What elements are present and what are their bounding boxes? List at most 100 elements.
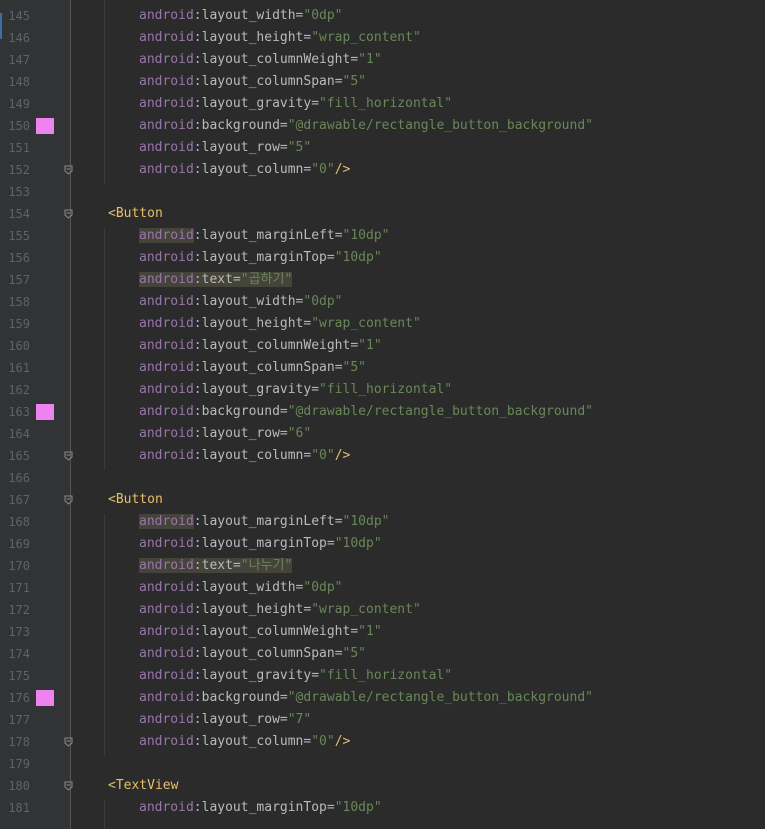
attribute-namespace: android bbox=[139, 668, 194, 683]
code-line[interactable]: 181 android:layout_marginTop="10dp" bbox=[0, 797, 765, 819]
code-line[interactable]: 176 android:background="@drawable/rectang… bbox=[0, 687, 765, 709]
line-number: 153 bbox=[8, 185, 30, 199]
code-line[interactable]: 164 android:layout_row="6" bbox=[0, 423, 765, 445]
code-line[interactable]: 180 <TextView bbox=[0, 775, 765, 797]
code-line[interactable]: 150 android:background="@drawable/rectang… bbox=[0, 115, 765, 137]
namespace-separator: : bbox=[193, 162, 202, 177]
attribute-name: layout_columnWeight bbox=[201, 52, 351, 67]
line-number: 164 bbox=[8, 427, 30, 441]
code-line[interactable]: 148 android:layout_columnSpan="5" bbox=[0, 71, 765, 93]
code-line[interactable]: 151 android:layout_row="5" bbox=[0, 137, 765, 159]
code-editor[interactable]: 145 android:layout_width="0dp" 146 android:… bbox=[0, 0, 765, 829]
attribute-value: "1" bbox=[358, 624, 382, 639]
line-number: 174 bbox=[8, 647, 30, 661]
namespace-separator: : bbox=[193, 646, 202, 661]
attribute-namespace: android bbox=[139, 228, 194, 243]
line-number: 176 bbox=[8, 691, 30, 705]
attribute-name: background bbox=[201, 690, 280, 705]
equals-sign: = bbox=[334, 360, 343, 375]
attribute-value: "0dp" bbox=[303, 580, 343, 595]
code-line[interactable]: 156 android:layout_marginTop="10dp" bbox=[0, 247, 765, 269]
attribute-namespace: android bbox=[139, 448, 194, 463]
namespace-separator: : bbox=[193, 338, 202, 353]
line-number: 170 bbox=[8, 559, 30, 573]
fold-arrow-icon[interactable] bbox=[64, 737, 73, 747]
code-line[interactable]: 165 android:layout_column="0"/> bbox=[0, 445, 765, 467]
code-line[interactable]: 178 android:layout_column="0"/> bbox=[0, 731, 765, 753]
code-line[interactable]: 158 android:layout_width="0dp" bbox=[0, 291, 765, 313]
equals-sign: = bbox=[334, 74, 343, 89]
equals-sign: = bbox=[326, 536, 335, 551]
code-line[interactable]: 146 android:layout_height="wrap_content" bbox=[0, 27, 765, 49]
attribute-namespace: android bbox=[139, 52, 194, 67]
line-number: 172 bbox=[8, 603, 30, 617]
code-line[interactable]: 154 <Button bbox=[0, 203, 765, 225]
attribute-namespace: android bbox=[139, 272, 194, 287]
attribute-namespace: android bbox=[139, 602, 194, 617]
code-line[interactable]: 160 android:layout_columnWeight="1" bbox=[0, 335, 765, 357]
code-line[interactable]: 174 android:layout_columnSpan="5" bbox=[0, 643, 765, 665]
attribute-name: layout_marginLeft bbox=[201, 228, 335, 243]
code-line[interactable]: 177 android:layout_row="7" bbox=[0, 709, 765, 731]
color-swatch-icon[interactable] bbox=[36, 118, 54, 134]
code-line[interactable]: 166 bbox=[0, 467, 765, 489]
attribute-name: text bbox=[201, 558, 233, 573]
namespace-separator: : bbox=[193, 96, 202, 111]
attribute-value: "10dp" bbox=[342, 514, 390, 529]
code-line[interactable]: 149 android:layout_gravity="fill_horizont… bbox=[0, 93, 765, 115]
namespace-separator: : bbox=[193, 294, 202, 309]
code-line[interactable]: 155 android:layout_marginLeft="10dp" bbox=[0, 225, 765, 247]
fold-arrow-icon[interactable] bbox=[64, 781, 73, 791]
fold-arrow-icon[interactable] bbox=[64, 209, 73, 219]
code-line[interactable]: 170 android:text="나누기" bbox=[0, 555, 765, 577]
line-number: 175 bbox=[8, 669, 30, 683]
namespace-separator: : bbox=[193, 272, 202, 287]
line-number: 163 bbox=[8, 405, 30, 419]
namespace-separator: : bbox=[193, 448, 202, 463]
attribute-name: layout_height bbox=[201, 602, 304, 617]
fold-arrow-icon[interactable] bbox=[64, 451, 73, 461]
attribute-value: "5" bbox=[342, 74, 366, 89]
attribute-namespace: android bbox=[139, 426, 194, 441]
namespace-separator: : bbox=[193, 52, 202, 67]
xml-attribute: android:layout_column="0"/> bbox=[139, 731, 350, 753]
code-line[interactable]: 171 android:layout_width="0dp" bbox=[0, 577, 765, 599]
fold-arrow-icon[interactable] bbox=[64, 165, 73, 175]
attribute-name: layout_height bbox=[201, 316, 304, 331]
color-swatch-icon[interactable] bbox=[36, 690, 54, 706]
attribute-namespace: android bbox=[139, 74, 194, 89]
code-line[interactable]: 172 android:layout_height="wrap_content" bbox=[0, 599, 765, 621]
code-line[interactable]: 147 android:layout_columnWeight="1" bbox=[0, 49, 765, 71]
xml-tag-open: <Button bbox=[108, 206, 163, 221]
equals-sign: = bbox=[311, 382, 320, 397]
xml-attribute: android:layout_columnWeight="1" bbox=[139, 49, 382, 71]
attribute-namespace: android bbox=[139, 382, 194, 397]
attribute-value: "5" bbox=[287, 140, 312, 155]
line-number: 181 bbox=[8, 801, 30, 815]
color-swatch-icon[interactable] bbox=[36, 404, 54, 420]
equals-sign: = bbox=[334, 646, 343, 661]
code-line[interactable]: 167 <Button bbox=[0, 489, 765, 511]
code-line[interactable]: 175 android:layout_gravity="fill_horizont… bbox=[0, 665, 765, 687]
attribute-name: background bbox=[201, 118, 280, 133]
line-number: 178 bbox=[8, 735, 30, 749]
code-line[interactable]: 179 bbox=[0, 753, 765, 775]
code-line[interactable]: 173 android:layout_columnWeight="1" bbox=[0, 621, 765, 643]
attribute-namespace: android bbox=[139, 690, 194, 705]
namespace-separator: : bbox=[193, 228, 202, 243]
code-line[interactable]: 152 android:layout_column="0"/> bbox=[0, 159, 765, 181]
code-line[interactable]: 169 android:layout_marginTop="10dp" bbox=[0, 533, 765, 555]
code-line[interactable]: 162 android:layout_gravity="fill_horizont… bbox=[0, 379, 765, 401]
code-line[interactable]: 145 android:layout_width="0dp" bbox=[0, 5, 765, 27]
attribute-namespace: android bbox=[139, 800, 194, 815]
code-line[interactable]: 159 android:layout_height="wrap_content" bbox=[0, 313, 765, 335]
fold-arrow-icon[interactable] bbox=[64, 495, 73, 505]
code-line[interactable]: 163 android:background="@drawable/rectang… bbox=[0, 401, 765, 423]
code-line[interactable]: 168 android:layout_marginLeft="10dp" bbox=[0, 511, 765, 533]
code-line[interactable]: 157 android:text="곱하기" bbox=[0, 269, 765, 291]
code-line[interactable]: 161 android:layout_columnSpan="5" bbox=[0, 357, 765, 379]
line-number: 171 bbox=[8, 581, 30, 595]
attribute-namespace: android bbox=[139, 250, 194, 265]
attribute-value: "0" bbox=[311, 734, 335, 749]
code-line[interactable]: 153 bbox=[0, 181, 765, 203]
